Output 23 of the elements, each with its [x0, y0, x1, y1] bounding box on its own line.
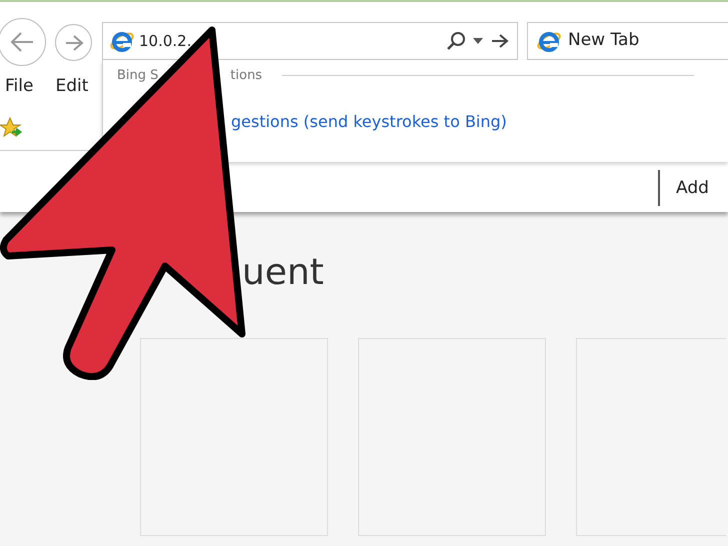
forward-button[interactable] [55, 24, 92, 61]
go-arrow-icon[interactable] [491, 33, 509, 49]
forward-arrow-icon [64, 34, 84, 52]
section-heading: Bing S [117, 67, 158, 85]
site-tile[interactable] [576, 338, 726, 536]
menu-item[interactable]: Edit [55, 74, 88, 100]
address-bar[interactable]: 10.0.2. [102, 22, 518, 60]
address-text: 10.0.2. [139, 30, 192, 52]
site-tile[interactable] [358, 338, 546, 536]
page-heading: uent [242, 251, 324, 295]
turn-on-suggestions-link[interactable]: gestions (send keystrokes to Bing) [231, 110, 728, 134]
site-tile[interactable] [140, 338, 328, 536]
favorites-star-icon[interactable] [0, 116, 24, 140]
search-icon[interactable] [445, 30, 467, 52]
menu-item[interactable]: File [5, 74, 34, 100]
back-arrow-icon [9, 31, 35, 53]
browser-logo-icon [109, 29, 135, 53]
add-favorite-button[interactable]: Add [670, 176, 715, 202]
section-heading: tions [230, 67, 262, 85]
browser-logo-icon [536, 29, 562, 53]
back-button[interactable] [0, 18, 46, 66]
browser-tab[interactable]: New Tab [527, 22, 728, 60]
caret-icon[interactable] [473, 38, 483, 44]
